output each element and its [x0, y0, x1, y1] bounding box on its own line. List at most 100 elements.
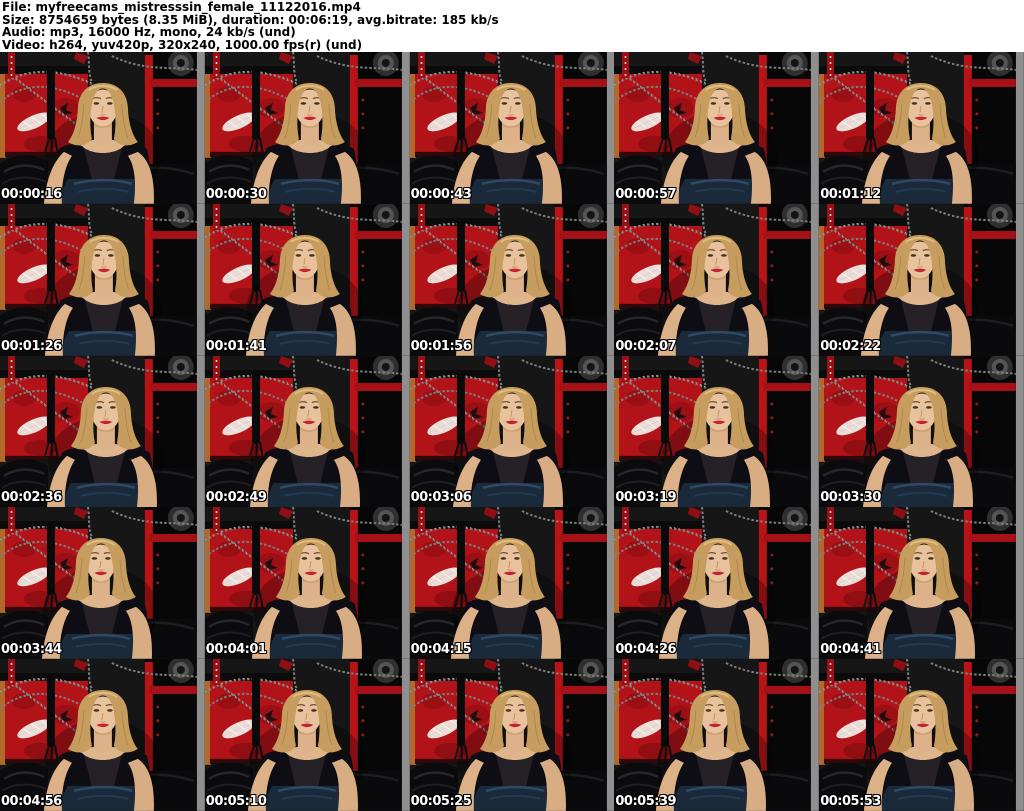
- webcam-frame: [204, 355, 410, 508]
- audio-line: Audio: mp3, 16000 Hz, mono, 24 kb/s (und…: [2, 25, 296, 39]
- left-eye: [299, 405, 305, 409]
- webcam-frame: [204, 52, 410, 204]
- video-thumbnail: 00:04:01: [204, 507, 410, 660]
- timestamp-overlay: 00:00:16: [1, 186, 62, 202]
- webcam-frame: [0, 507, 205, 660]
- video-thumbnail: 00:05:10: [204, 659, 410, 811]
- webcam-frame: [614, 52, 820, 204]
- gray-curtain: [196, 52, 205, 204]
- timestamp-overlay: 00:01:26: [1, 338, 62, 354]
- webcam-frame: [0, 659, 205, 811]
- timestamp-overlay: 00:03:44: [1, 642, 62, 658]
- gray-curtain: [1016, 355, 1024, 508]
- webcam-frame: [0, 52, 205, 204]
- webcam-frame: [204, 659, 410, 811]
- left-eye: [709, 405, 716, 409]
- gray-curtain: [1016, 52, 1024, 204]
- right-eye: [924, 253, 930, 257]
- left-eye: [93, 102, 100, 105]
- webcam-frame: [409, 52, 615, 204]
- video-thumbnail: 00:02:36: [0, 355, 205, 508]
- gray-curtain: [196, 355, 205, 508]
- leather-skirt: [267, 634, 354, 660]
- left-eye: [300, 102, 306, 105]
- video-thumbnail: 00:05:25: [409, 659, 615, 811]
- timestamp-overlay: 00:02:07: [615, 338, 677, 354]
- timestamp-overlay: 00:02:36: [1, 490, 62, 506]
- gray-curtain: [196, 203, 205, 356]
- right-eye: [314, 557, 321, 561]
- gray-curtain: [401, 52, 410, 204]
- timestamp-overlay: 00:05:10: [205, 794, 267, 809]
- leather-skirt: [59, 178, 146, 204]
- left-eye: [912, 405, 919, 409]
- webcam-frame: [614, 203, 820, 356]
- leather-skirt: [677, 178, 764, 204]
- timestamp-overlay: 00:05:39: [615, 794, 677, 809]
- right-eye: [310, 709, 317, 712]
- webcam-frame: [819, 659, 1024, 811]
- video-thumbnail: 00:01:26: [0, 203, 205, 356]
- file-line: File: myfreecams_mistresssin_female_1112…: [2, 0, 361, 14]
- gray-curtain: [606, 52, 615, 204]
- right-eye: [926, 405, 932, 409]
- video-line: Video: h264, yuv420p, 320x240, 1000.00 f…: [2, 37, 363, 52]
- right-eye: [108, 253, 114, 257]
- thumbnail-grid: 00:00:16 00:00:30 00:00:43 00:00:57 00:0…: [0, 52, 1024, 811]
- video-thumbnail: 00:00:16: [0, 52, 205, 204]
- leather-skirt: [877, 330, 964, 356]
- gray-curtain: [401, 659, 410, 811]
- right-eye: [518, 253, 525, 257]
- left-eye: [708, 557, 715, 561]
- webcam-frame: [819, 52, 1024, 204]
- leather-skirt: [881, 634, 968, 660]
- leather-skirt: [57, 634, 144, 660]
- left-eye: [505, 253, 511, 257]
- left-eye: [91, 557, 98, 561]
- left-eye: [297, 709, 303, 712]
- webcam-frame: [409, 507, 615, 660]
- gray-curtain: [811, 203, 820, 356]
- right-eye: [724, 102, 731, 105]
- left-eye: [501, 102, 507, 105]
- webcam-frame: [614, 355, 820, 508]
- video-thumbnail: 00:01:12: [819, 52, 1024, 204]
- left-eye: [910, 253, 917, 257]
- right-eye: [722, 557, 729, 561]
- webcam-frame: [204, 507, 410, 660]
- video-thumbnail: 00:04:15: [409, 507, 615, 660]
- timestamp-overlay: 00:04:26: [615, 642, 677, 658]
- left-eye: [94, 253, 101, 257]
- gray-curtain: [1016, 507, 1024, 660]
- webcam-frame: [819, 203, 1024, 356]
- video-thumbnail: 00:05:53: [819, 659, 1024, 811]
- right-eye: [105, 557, 111, 561]
- timestamp-overlay: 00:00:57: [615, 186, 677, 202]
- leather-skirt: [878, 178, 965, 204]
- left-eye: [295, 253, 302, 257]
- left-eye: [911, 102, 918, 105]
- leather-skirt: [672, 786, 759, 811]
- left-eye: [710, 102, 717, 105]
- video-thumbnail: 00:05:39: [614, 659, 820, 811]
- right-eye: [723, 405, 730, 409]
- left-eye: [96, 405, 103, 409]
- right-eye: [313, 102, 320, 105]
- gray-curtain: [401, 507, 410, 660]
- gray-curtain: [401, 355, 410, 508]
- timestamp-overlay: 00:05:53: [820, 794, 881, 809]
- timestamp-overlay: 00:03:06: [410, 490, 472, 506]
- leather-skirt: [62, 482, 149, 508]
- gray-curtain: [196, 507, 205, 660]
- right-eye: [927, 709, 933, 712]
- gray-curtain: [1016, 203, 1024, 356]
- right-eye: [308, 253, 315, 257]
- webcam-frame: [614, 659, 820, 811]
- right-eye: [107, 102, 113, 105]
- timestamp-overlay: 00:02:22: [820, 338, 881, 354]
- gray-curtain: [1016, 659, 1024, 811]
- webcam-frame: [409, 203, 615, 356]
- leather-skirt: [466, 634, 553, 660]
- gray-curtain: [811, 659, 820, 811]
- leather-skirt: [468, 482, 555, 508]
